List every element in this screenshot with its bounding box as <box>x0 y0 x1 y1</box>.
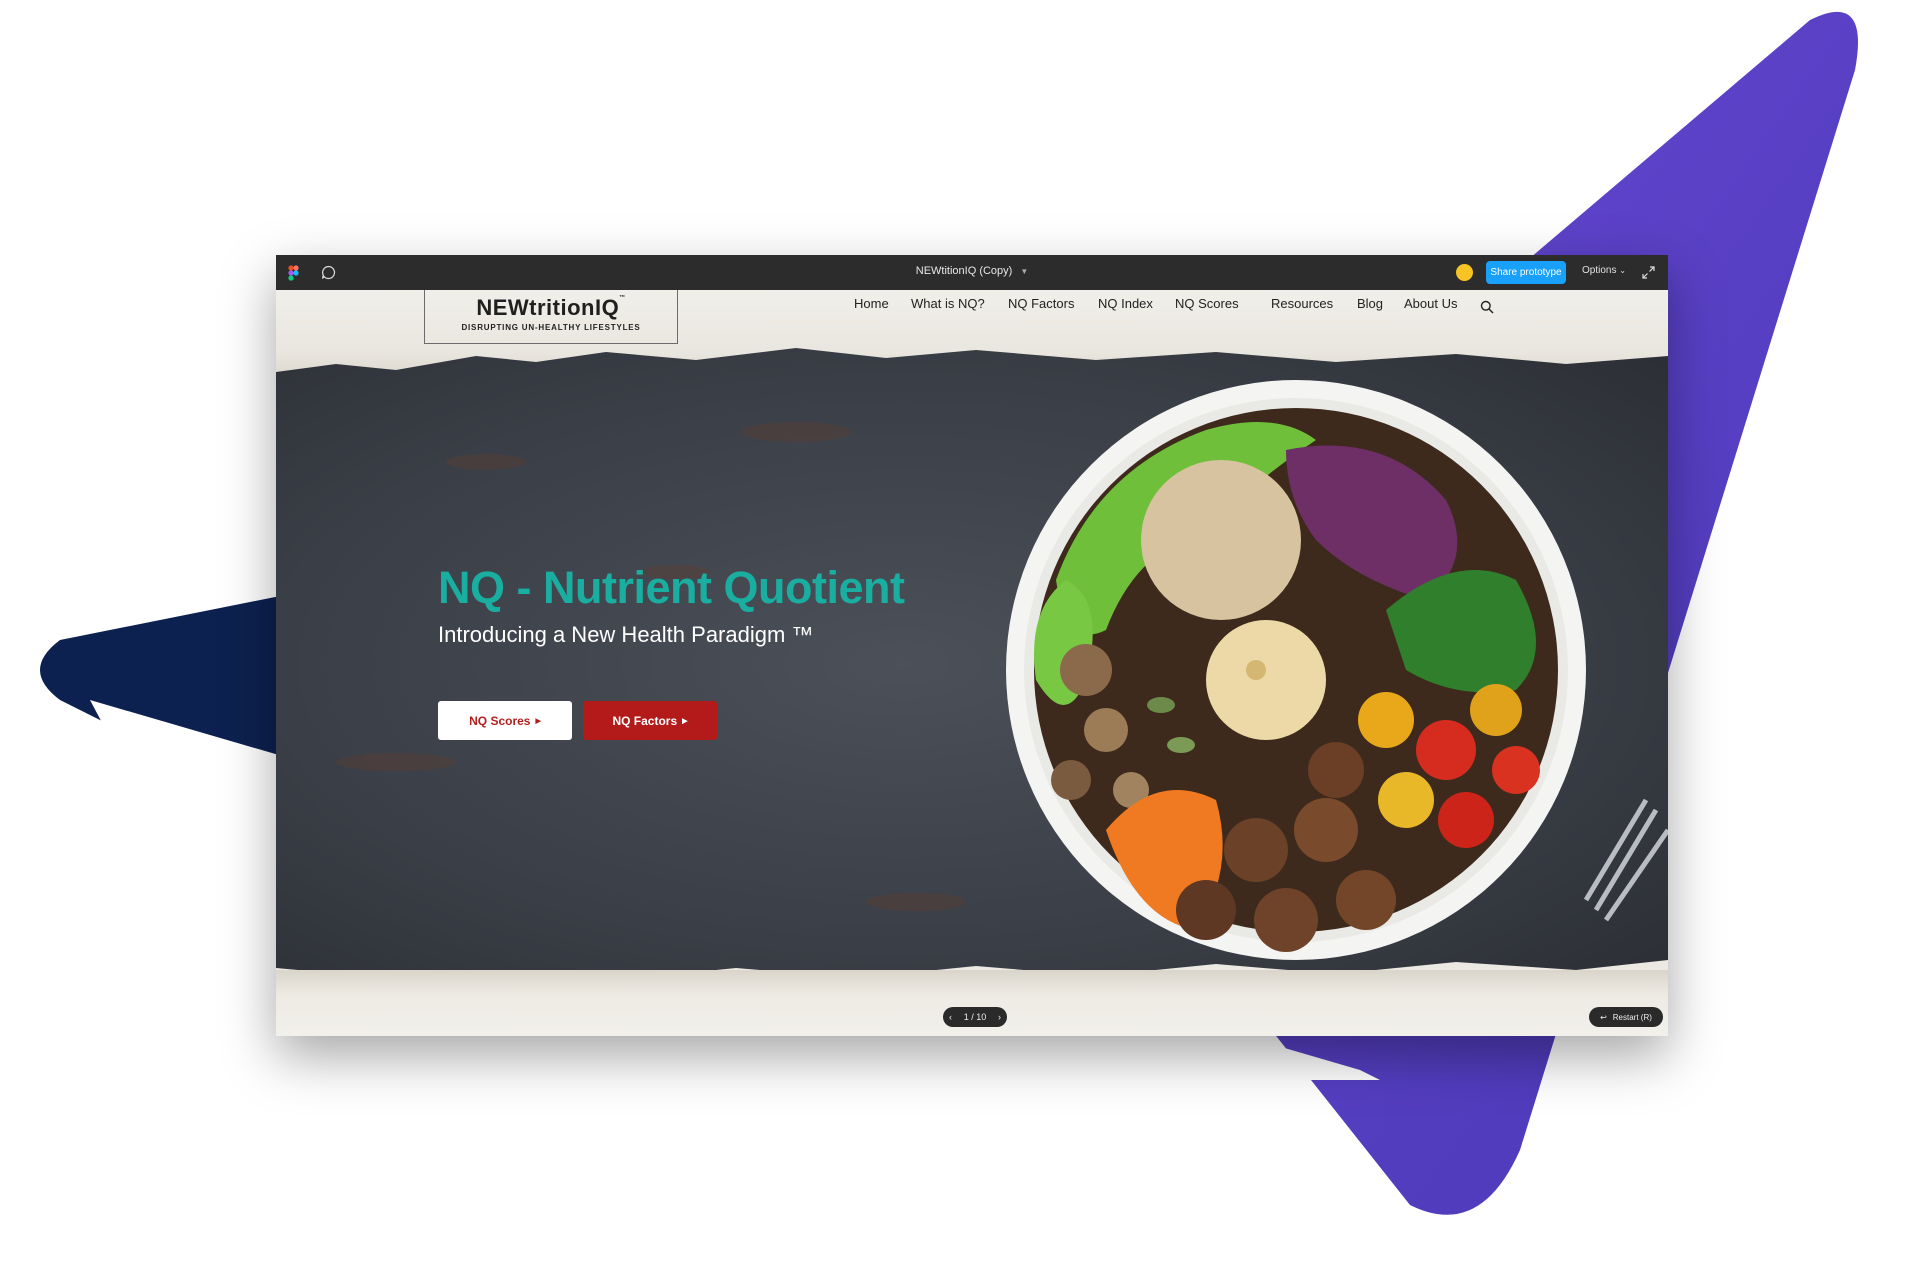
search-icon[interactable] <box>1480 300 1494 314</box>
main-navigation: Home What is NQ? NQ Factors NQ Index NQ … <box>276 296 1668 320</box>
nav-nq-scores[interactable]: NQ Scores <box>1175 296 1239 311</box>
user-avatar[interactable] <box>1456 264 1473 281</box>
restart-arrow-icon: ↩ <box>1600 1012 1607 1022</box>
nq-scores-button[interactable]: NQ Scores ▶ <box>438 701 572 740</box>
restart-button[interactable]: ↩ Restart (R) <box>1589 1007 1663 1027</box>
website-canvas: NEWtritionIQ™ DISRUPTING UN-HEALTHY LIFE… <box>276 290 1668 1036</box>
nav-nq-factors[interactable]: NQ Factors <box>1008 296 1074 311</box>
previous-frame-icon[interactable]: ‹ <box>949 1012 952 1022</box>
logo-tagline: DISRUPTING UN-HEALTHY LIFESTYLES <box>461 323 641 332</box>
next-frame-icon[interactable]: › <box>998 1012 1001 1022</box>
page-indicator: 1 / 10 <box>963 1012 987 1022</box>
restart-label: Restart (R) <box>1612 1012 1652 1022</box>
chevron-down-icon: ▼ <box>1020 267 1029 276</box>
figma-toolbar: NEWtitionIQ (Copy) ▼ Share prototype Opti… <box>276 255 1668 290</box>
hero-title: NQ - Nutrient Quotient <box>438 562 905 613</box>
nav-resources[interactable]: Resources <box>1271 296 1333 311</box>
options-label: Options <box>1582 265 1617 276</box>
document-title-text: NEWtitionIQ (Copy) <box>915 265 1013 277</box>
nq-factors-button-label: NQ Factors <box>612 713 678 728</box>
nav-home[interactable]: Home <box>854 296 889 311</box>
nav-nq-index[interactable]: NQ Index <box>1098 296 1153 311</box>
hero-subtitle: Introducing a New Health Paradigm ™ <box>438 622 814 647</box>
nq-factors-button[interactable]: NQ Factors ▶ <box>583 701 717 740</box>
prototype-pager: ‹ 1 / 10 › <box>943 1007 1007 1027</box>
nq-scores-button-label: NQ Scores <box>469 713 531 728</box>
nav-about-us[interactable]: About Us <box>1404 296 1457 311</box>
chevron-down-icon: ⌄ <box>1619 266 1626 275</box>
share-prototype-button[interactable]: Share prototype <box>1486 261 1566 284</box>
salad-bowl-image <box>1006 380 1668 960</box>
nav-blog[interactable]: Blog <box>1357 296 1383 311</box>
caret-right-icon: ▶ <box>682 717 688 725</box>
expand-icon[interactable] <box>1642 266 1655 279</box>
presentation-stage: NEWtitionIQ (Copy) ▼ Share prototype Opti… <box>0 0 1920 1277</box>
figma-prototype-window: NEWtitionIQ (Copy) ▼ Share prototype Opti… <box>276 255 1668 1036</box>
options-menu[interactable]: Options ⌄ <box>1582 265 1626 276</box>
caret-right-icon: ▶ <box>535 717 541 725</box>
nav-what-is-nq[interactable]: What is NQ? <box>911 296 985 311</box>
